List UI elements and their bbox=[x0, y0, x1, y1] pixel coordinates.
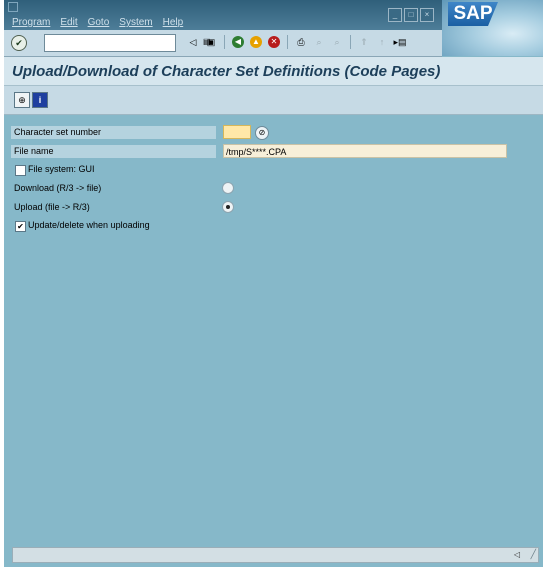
page-title: Upload/Download of Character Set Definit… bbox=[12, 63, 441, 80]
toolbar-icons: ◁ ▣ ◀ ▲ ✕ ⎙ ⌕ ⌕ ⇑ ↑ ▸▤ bbox=[186, 35, 407, 49]
find-next-icon[interactable]: ⌕ bbox=[330, 35, 344, 49]
window-controls: _ □ × bbox=[388, 8, 434, 22]
standard-toolbar: ✔ ▤ ◁ ▣ ◀ ▲ ✕ ⎙ ⌕ ⌕ ⇑ ↑ ▸▤ bbox=[4, 30, 442, 57]
new-session-icon[interactable]: ▸▤ bbox=[393, 35, 407, 49]
back-icon[interactable]: ◀ bbox=[231, 35, 245, 49]
status-bar: ◁ ╱ bbox=[12, 547, 539, 563]
filesystem-checkbox[interactable] bbox=[15, 165, 26, 176]
toolbar-separator bbox=[224, 35, 225, 49]
application-toolbar: ⊕ i bbox=[4, 86, 543, 115]
print-icon[interactable]: ⎙ bbox=[294, 35, 308, 49]
menu-edit[interactable]: Edit bbox=[60, 17, 77, 28]
prev-page-icon[interactable]: ↑ bbox=[375, 35, 389, 49]
sap-window: Program Edit Goto System Help _ □ × SAP … bbox=[4, 0, 543, 567]
charset-label: Character set number bbox=[14, 127, 102, 137]
info-icon[interactable]: i bbox=[32, 92, 48, 108]
minimize-icon[interactable]: _ bbox=[388, 8, 402, 22]
filesystem-label: File system: GUI bbox=[28, 164, 95, 174]
update-delete-checkbox[interactable]: ✔ bbox=[15, 221, 26, 232]
find-icon[interactable]: ⌕ bbox=[312, 35, 326, 49]
close-icon[interactable]: × bbox=[420, 8, 434, 22]
filename-input[interactable]: /tmp/S****.CPA bbox=[223, 144, 507, 158]
exit-icon[interactable]: ▲ bbox=[249, 35, 263, 49]
cancel-icon[interactable]: ✕ bbox=[267, 35, 281, 49]
update-delete-label: Update/delete when uploading bbox=[28, 220, 150, 230]
enter-check-icon[interactable]: ✔ bbox=[11, 35, 27, 51]
value-help-icon[interactable]: ⊘ bbox=[255, 126, 269, 140]
title-bar: Upload/Download of Character Set Definit… bbox=[4, 57, 543, 86]
menu-system[interactable]: System bbox=[119, 17, 152, 28]
command-input[interactable] bbox=[45, 35, 159, 49]
sap-logo-area: SAP bbox=[442, 0, 543, 56]
charset-number-input[interactable] bbox=[223, 125, 251, 139]
menu-goto[interactable]: Goto bbox=[88, 17, 110, 28]
system-menu-icon[interactable] bbox=[8, 2, 18, 12]
save-icon[interactable]: ▣ bbox=[204, 35, 218, 49]
execute-icon[interactable]: ⊕ bbox=[14, 92, 30, 108]
download-radio[interactable] bbox=[222, 182, 234, 194]
menu-items: Program Edit Goto System Help bbox=[12, 17, 183, 28]
toolbar-separator bbox=[350, 35, 351, 49]
menu-program[interactable]: Program bbox=[12, 17, 50, 28]
download-label: Download (R/3 -> file) bbox=[14, 183, 102, 193]
toolbar-separator bbox=[287, 35, 288, 49]
status-expand-icon[interactable]: ◁ bbox=[514, 550, 520, 559]
first-page-icon[interactable]: ⇑ bbox=[357, 35, 371, 49]
filename-label: File name bbox=[14, 146, 54, 156]
menu-help[interactable]: Help bbox=[163, 17, 184, 28]
command-field[interactable]: ▤ bbox=[44, 34, 211, 52]
maximize-icon[interactable]: □ bbox=[404, 8, 418, 22]
resize-grip-icon[interactable]: ╱ bbox=[531, 549, 536, 560]
upload-label: Upload (file -> R/3) bbox=[14, 202, 90, 212]
sap-logo: SAP bbox=[448, 2, 498, 26]
upload-radio[interactable] bbox=[222, 201, 234, 213]
toolbar-arrow-icon[interactable]: ◁ bbox=[186, 35, 200, 49]
